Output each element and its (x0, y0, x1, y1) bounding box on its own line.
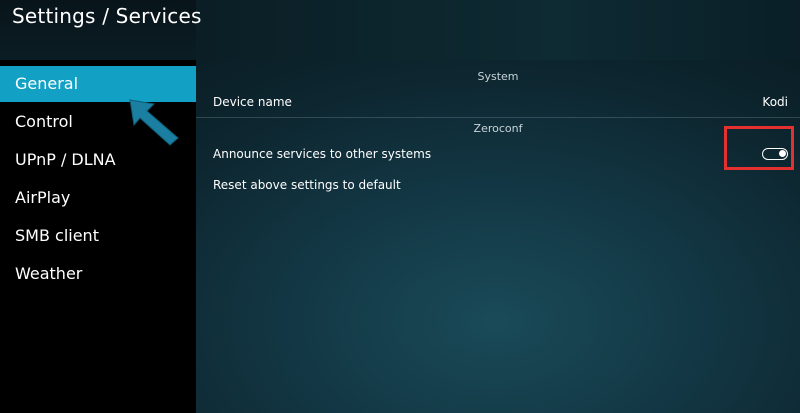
setting-value: Kodi (762, 95, 788, 109)
setting-row-reset-defaults[interactable]: Reset above settings to default (196, 172, 800, 198)
sidebar-item-general[interactable]: General (0, 66, 196, 102)
section-header-zeroconf: Zeroconf (473, 122, 523, 135)
sidebar-item-weather[interactable]: Weather (0, 256, 196, 292)
kodi-settings-screen: Settings / Services General Control UPnP… (0, 0, 800, 413)
sidebar-item-label: Control (15, 112, 73, 131)
setting-label: Announce services to other systems (213, 147, 432, 161)
sidebar-item-airplay[interactable]: AirPlay (0, 180, 196, 216)
setting-label: Reset above settings to default (213, 178, 401, 192)
sidebar-item-label: SMB client (15, 226, 99, 245)
section-header-system: System (477, 70, 519, 83)
sidebar-item-label: UPnP / DLNA (15, 150, 116, 169)
sidebar-item-label: AirPlay (15, 188, 71, 207)
divider (196, 117, 800, 118)
sidebar-item-label: Weather (15, 264, 83, 283)
page-title: Settings / Services (12, 4, 202, 28)
arrow-pointer-icon (129, 99, 179, 146)
setting-label: Device name (213, 95, 292, 109)
setting-row-announce-services[interactable]: Announce services to other systems (196, 141, 800, 167)
sidebar-item-smb-client[interactable]: SMB client (0, 218, 196, 254)
setting-row-device-name[interactable]: Device name Kodi (196, 89, 800, 115)
sidebar-item-upnp-dlna[interactable]: UPnP / DLNA (0, 142, 196, 178)
annotation-highlight-box (724, 126, 794, 170)
sidebar-item-label: General (15, 74, 79, 93)
header-strip (196, 0, 800, 60)
settings-list: System Device name Kodi Zeroconf Announc… (196, 60, 800, 413)
